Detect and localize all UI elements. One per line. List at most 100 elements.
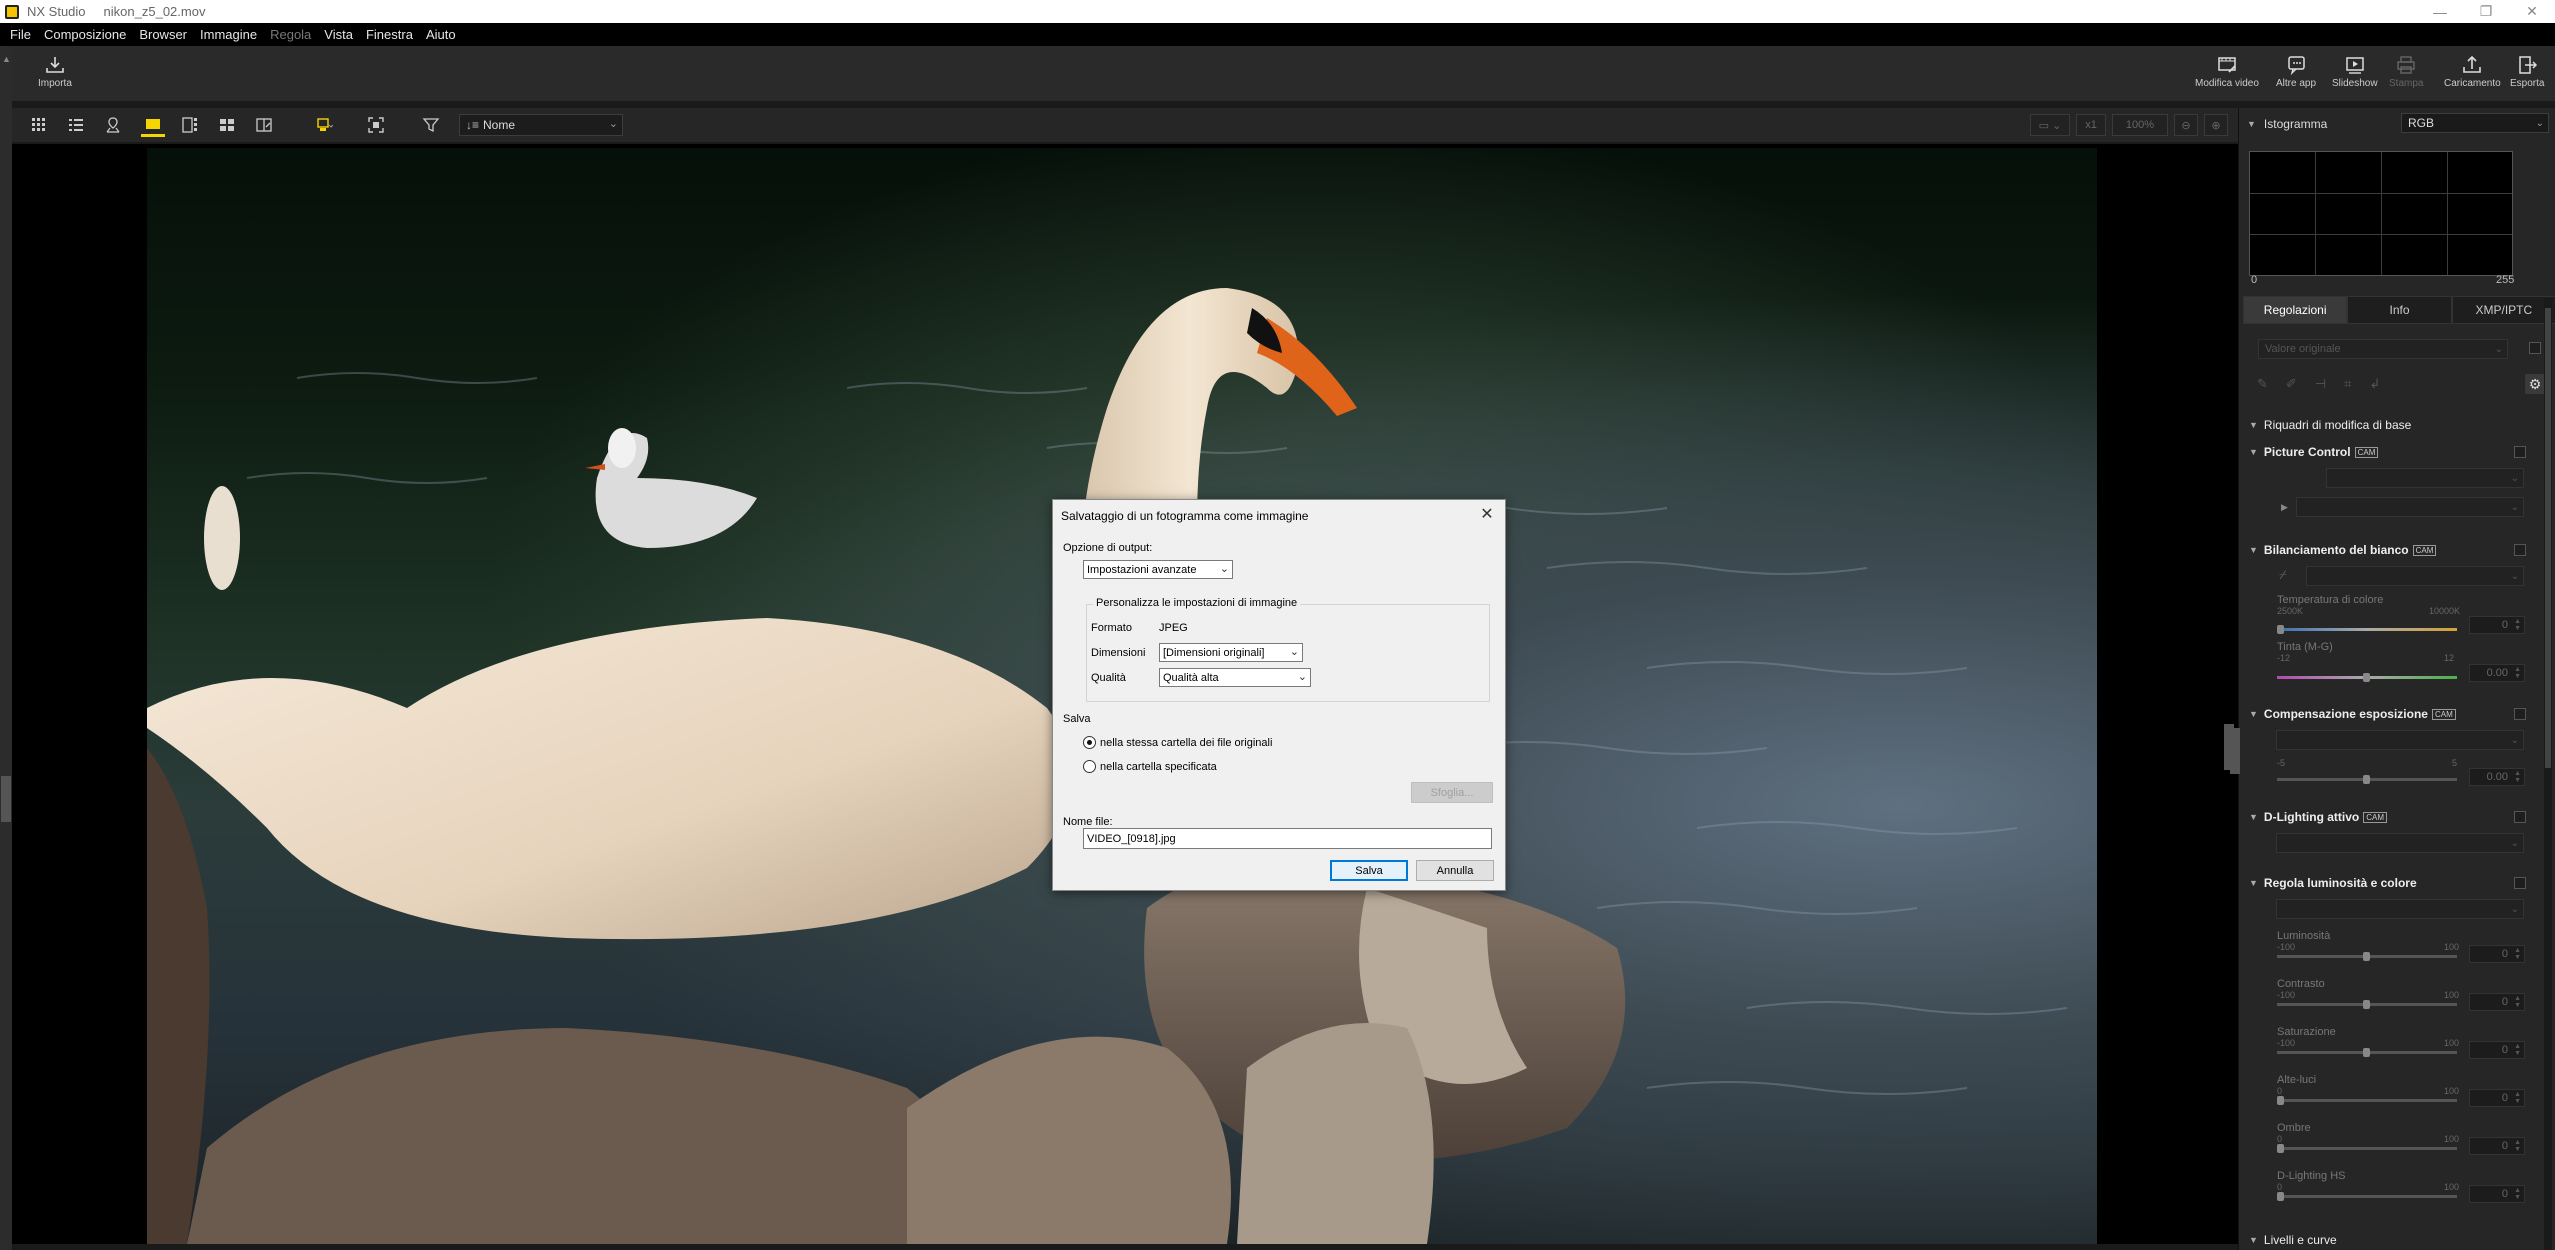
label-filter-icon[interactable] (312, 113, 336, 137)
slider-label: Ombre (2277, 1122, 2311, 1134)
window-file-name: nikon_z5_02.mov (103, 4, 206, 19)
brightness-color-header[interactable]: ▼ Regola luminosità e colore (2239, 873, 2539, 893)
size-label: Dimensioni (1091, 647, 1146, 659)
export-button[interactable]: Esporta (2510, 52, 2544, 89)
import-label: Importa (38, 78, 72, 89)
browse-button: Sfoglia... (1411, 782, 1493, 803)
other-apps-label: Altre app (2276, 78, 2317, 89)
import-button[interactable]: Importa (38, 52, 72, 89)
radio-specified-folder[interactable] (1083, 760, 1096, 773)
straighten-icon: ⊣ (2314, 376, 2327, 391)
exposure-value: 0.00 ▲ ▼ (2469, 768, 2525, 786)
upload-label: Caricamento (2444, 78, 2501, 89)
slider-knob (2277, 1192, 2284, 1201)
white-balance-select: ⌄ (2306, 566, 2524, 586)
slider-knob (2363, 952, 2370, 961)
slider-knob (2277, 1144, 2284, 1153)
picture-control-select: ⌄ (2326, 468, 2524, 488)
other-apps-button[interactable]: Altre app (2276, 52, 2316, 89)
image-settings-group-title: Personalizza le impostazioni di immagine (1093, 597, 1301, 609)
export-icon (2513, 52, 2541, 78)
slider-min: -100 (2277, 990, 2296, 1000)
panel-tabs: Regolazioni Info XMP/IPTC (2243, 296, 2555, 324)
slider-max: 100 (2444, 990, 2460, 1000)
panel-scrollbar[interactable] (2544, 298, 2552, 1250)
menu-file[interactable]: File (10, 27, 31, 42)
tab-info[interactable]: Info (2347, 296, 2452, 324)
right-panel: ▼ Istogramma RGB ⌄ 0 255 Regolazioni Inf… (2230, 108, 2555, 1250)
slider-label: D-Lighting HS (2277, 1170, 2346, 1182)
slideshow-label: Slideshow (2332, 78, 2378, 89)
sort-value: Nome (483, 118, 516, 132)
filmstrip-icon[interactable] (178, 113, 202, 137)
save-button[interactable]: Salva (1330, 860, 1408, 881)
minimize-icon[interactable]: — (2417, 0, 2463, 23)
menu-vista[interactable]: Vista (324, 27, 353, 42)
zoom-ratio: x1 (2076, 114, 2106, 136)
adl-header[interactable]: ▼ D-Lighting attivo CAM (2239, 807, 2539, 827)
other-apps-icon (2282, 52, 2310, 78)
map-icon[interactable] (101, 113, 125, 137)
save-frame-dialog: Salvataggio di un fotogramma come immagi… (1052, 499, 1506, 891)
slideshow-button[interactable]: Slideshow (2332, 52, 2378, 89)
radio-same-folder[interactable] (1083, 736, 1096, 749)
expand-panel-arrow-icon[interactable]: ▲ (2, 54, 11, 64)
adjustment-slider-track (2277, 1099, 2457, 1102)
compare-before-after-icon[interactable] (252, 113, 276, 137)
menu-bar: File Composizione Browser Immagine Regol… (0, 23, 2555, 46)
picture-control-header[interactable]: ▼ Picture Control CAM (2239, 442, 2539, 462)
white-balance-header[interactable]: ▼ Bilanciamento del bianco CAM (2239, 540, 2539, 560)
basic-adjust-header[interactable]: ▼ Riquadri di modifica di base (2239, 413, 2539, 437)
picture-control-detail-select: ⌄ (2296, 497, 2524, 517)
tab-xmp-iptc[interactable]: XMP/IPTC (2451, 296, 2555, 324)
filename-input[interactable]: VIDEO_[0918].jpg (1083, 828, 1492, 849)
wb-tint-label: Tinta (M-G) (2277, 641, 2333, 653)
white-balance-checkbox (2514, 544, 2526, 556)
slider-value: 0 ▲ ▼ (2469, 1089, 2525, 1107)
output-option-select[interactable]: Impostazioni avanzate ⌄ (1083, 560, 1233, 579)
slider-min: -100 (2277, 1038, 2296, 1048)
cancel-button[interactable]: Annulla (1416, 860, 1494, 881)
quality-select[interactable]: Qualità alta ⌄ (1159, 668, 1311, 687)
right-panel-edge-handle[interactable] (2230, 728, 2240, 774)
thumbnail-grid-icon[interactable] (27, 113, 51, 137)
edit-video-button[interactable]: Modifica video (2195, 52, 2259, 89)
viewer-icon[interactable] (141, 113, 165, 137)
histogram-channel-select[interactable]: RGB ⌄ (2401, 113, 2549, 133)
tab-regolazioni[interactable]: Regolazioni (2243, 296, 2348, 324)
preset-select: Valore originale ⌄ (2258, 339, 2508, 359)
levels-curves-header[interactable]: ▼ Livelli e curve (2239, 1231, 2539, 1249)
close-icon[interactable]: ✕ (1475, 503, 1499, 525)
fit-to-screen-icon[interactable] (364, 113, 388, 137)
upload-button[interactable]: Caricamento (2444, 52, 2501, 89)
slider-label: Contrasto (2277, 978, 2325, 990)
wb-temp-label: Temperatura di colore (2277, 594, 2384, 606)
size-select[interactable]: [Dimensioni originali] ⌄ (1159, 643, 1303, 662)
brightness-color-select: ⌄ (2276, 899, 2524, 919)
maximize-icon[interactable]: ❐ (2463, 0, 2509, 23)
display-mode-select: ▭ ⌄ (2030, 114, 2070, 136)
menu-browser[interactable]: Browser (139, 27, 187, 42)
compare-2-icon[interactable] (215, 113, 239, 137)
slider-value: 0 ▲ ▼ (2469, 1185, 2525, 1203)
close-window-icon[interactable]: ✕ (2509, 0, 2555, 23)
menu-aiuto[interactable]: Aiuto (426, 27, 456, 42)
view-toolbar: ↓≡ Nome ⌄ ▭ ⌄ x1 100% ⊖ ⊕ (12, 108, 2238, 142)
retouch-brush-icon: ✎ (2257, 376, 2268, 391)
thumbnail-list-icon[interactable] (64, 113, 88, 137)
menu-composizione[interactable]: Composizione (44, 27, 126, 42)
sort-select[interactable]: ↓≡ Nome ⌄ (459, 114, 623, 136)
left-panel-toggle-handle[interactable] (1, 776, 11, 822)
quality-label: Qualità (1091, 672, 1126, 684)
print-label: Stampa (2389, 78, 2424, 89)
upload-icon (2458, 52, 2486, 78)
exposure-header[interactable]: ▼ Compensazione esposizione CAM (2239, 704, 2539, 724)
menu-immagine[interactable]: Immagine (200, 27, 257, 42)
menu-finestra[interactable]: Finestra (366, 27, 413, 42)
print-icon (2392, 52, 2420, 78)
auto-retouch-icon: ✐ (2285, 376, 2297, 391)
filter-icon[interactable] (419, 113, 443, 137)
gear-icon[interactable]: ⚙ (2525, 374, 2545, 394)
sort-icon: ↓≡ (466, 118, 480, 132)
dialog-title: Salvataggio di un fotogramma come immagi… (1061, 509, 1309, 523)
